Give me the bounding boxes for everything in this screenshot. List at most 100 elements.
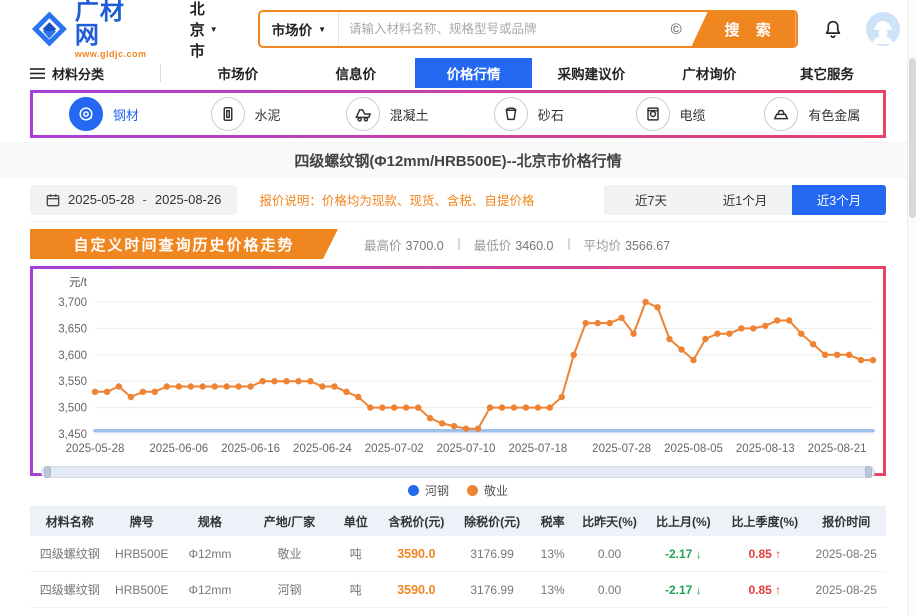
- category-cement[interactable]: 水泥: [175, 97, 317, 131]
- svg-text:2025-08-21: 2025-08-21: [808, 443, 867, 455]
- price-ex-tax: 3176.99: [454, 547, 530, 561]
- category-label: 水泥: [255, 105, 281, 124]
- chart-datazoom-scrollbar[interactable]: [41, 466, 875, 478]
- concrete-icon: [346, 97, 380, 131]
- material-catalog-button[interactable]: 材料分类: [30, 58, 160, 88]
- nav-item-inquiry[interactable]: 广材询价: [650, 58, 768, 88]
- material-category-row: 钢材 水泥 混凝土 砂石: [30, 90, 886, 138]
- banner-row: 自定义时间查询历史价格走势 最高价3700.0 最低价3460.0 平均价356…: [30, 222, 886, 266]
- date-end: 2025-08-26: [155, 192, 222, 207]
- user-avatar[interactable]: [866, 12, 900, 46]
- tax-price: 3590.0: [378, 547, 454, 561]
- category-concrete[interactable]: 混凝土: [316, 97, 458, 131]
- notification-bell-icon[interactable]: [822, 18, 844, 40]
- nav-item-other-services[interactable]: 其它服务: [768, 58, 886, 88]
- spec: Φ12mm: [174, 547, 246, 561]
- chevron-down-icon: ▼: [210, 25, 218, 34]
- nav-items: 市场价 信息价 价格行情 采购建议价 广材询价 其它服务: [179, 58, 886, 88]
- vs-last-quarter: 0.85 ↑: [723, 547, 806, 561]
- legend-label: 敬业: [484, 482, 508, 499]
- history-trend-banner: 自定义时间查询历史价格走势: [30, 229, 338, 259]
- page-scrollbar[interactable]: [907, 0, 916, 616]
- price-line-chart: 3,4503,5003,5503,6003,6503,7002025-05-28…: [39, 290, 881, 460]
- search-category-label: 市场价: [272, 19, 313, 39]
- svg-text:3,700: 3,700: [58, 297, 87, 309]
- price-stats: 最高价3700.0 最低价3460.0 平均价3566.67: [364, 235, 670, 254]
- svg-text:3,500: 3,500: [58, 403, 87, 415]
- legend-item-hegang[interactable]: 河钢: [408, 482, 449, 499]
- legend-label: 河钢: [425, 482, 449, 499]
- city-selector[interactable]: 北京市 ▼: [190, 0, 218, 61]
- spec: Φ12mm: [174, 583, 246, 597]
- unit: 吨: [333, 581, 378, 598]
- category-sand[interactable]: 砂石: [458, 97, 600, 131]
- divider: [568, 238, 570, 250]
- category-nonferrous[interactable]: 有色金属: [741, 97, 883, 131]
- site-logo[interactable]: 广材网 www.gldjc.com: [30, 0, 148, 59]
- y-axis-unit-label: 元/t: [69, 274, 877, 290]
- svg-text:3,550: 3,550: [58, 376, 87, 388]
- calendar-icon: [46, 193, 60, 207]
- steel-icon: [69, 97, 103, 131]
- vs-last-month: -2.17 ↓: [644, 547, 724, 561]
- vs-yesterday: 0.00: [575, 583, 643, 597]
- col-header: 产地/厂家: [246, 513, 333, 530]
- quote-date: 2025-08-25: [806, 547, 886, 561]
- page-scrollbar-thumb[interactable]: [909, 58, 916, 218]
- producer: 敬业: [246, 545, 333, 562]
- price-trend-page: 广材网 www.gldjc.com 北京市 ▼ 市场价 ▼ © 搜 索: [0, 0, 916, 616]
- material-name: 四级螺纹钢: [30, 581, 110, 598]
- date-range-picker[interactable]: 2025-05-28 - 2025-08-26: [30, 185, 237, 215]
- producer: 河钢: [246, 581, 333, 598]
- category-label: 电缆: [680, 105, 706, 124]
- svg-text:2025-08-05: 2025-08-05: [664, 443, 723, 455]
- range-1month-button[interactable]: 近1个月: [698, 185, 792, 215]
- datazoom-right-handle[interactable]: [865, 466, 872, 478]
- table-row: 四级螺纹钢 HRB500E Φ12mm 河钢 吨 3590.0 3176.99 …: [30, 572, 886, 608]
- table-header-row: 材料名称 牌号 规格 产地/厂家 单位 含税价(元) 除税价(元) 税率 比昨天…: [30, 506, 886, 536]
- range-7days-button[interactable]: 近7天: [604, 185, 698, 215]
- copyright-icon[interactable]: ©: [669, 21, 692, 38]
- filter-row: 2025-05-28 - 2025-08-26 报价说明：价格均为现款、现货、含…: [30, 178, 886, 222]
- col-header: 比昨天(%): [575, 513, 643, 530]
- date-separator: -: [143, 192, 147, 207]
- col-header: 牌号: [110, 513, 174, 530]
- search-input[interactable]: [339, 12, 669, 46]
- category-cable[interactable]: 电缆: [600, 97, 742, 131]
- search-button[interactable]: 搜 索: [692, 12, 796, 46]
- brand: HRB500E: [110, 583, 174, 597]
- search-category-dropdown[interactable]: 市场价 ▼: [260, 12, 339, 46]
- nav-item-market-price[interactable]: 市场价: [179, 58, 297, 88]
- nav-item-info-price[interactable]: 信息价: [297, 58, 415, 88]
- category-label: 钢材: [113, 105, 139, 124]
- svg-text:2025-06-06: 2025-06-06: [149, 443, 208, 455]
- col-header: 规格: [174, 513, 246, 530]
- svg-text:3,650: 3,650: [58, 323, 87, 335]
- min-price-label: 最低价: [474, 239, 512, 253]
- svg-text:2025-06-24: 2025-06-24: [293, 443, 352, 455]
- vs-last-quarter: 0.85 ↑: [723, 583, 806, 597]
- datazoom-left-handle[interactable]: [44, 466, 51, 478]
- col-header: 含税价(元): [378, 513, 454, 530]
- tax-price: 3590.0: [378, 583, 454, 597]
- list-icon: [30, 67, 45, 80]
- search-bar: 市场价 ▼ © 搜 索: [258, 10, 798, 48]
- range-3months-button[interactable]: 近3个月: [792, 185, 886, 215]
- col-header: 除税价(元): [454, 513, 530, 530]
- nav-item-purchase-advice[interactable]: 采购建议价: [532, 58, 650, 88]
- material-name: 四级螺纹钢: [30, 545, 110, 562]
- price-chart-panel: 元/t 3,4503,5003,5503,6003,6503,7002025-0…: [30, 266, 886, 476]
- svg-text:2025-07-02: 2025-07-02: [365, 443, 424, 455]
- sand-icon: [494, 97, 528, 131]
- price-table: 材料名称 牌号 规格 产地/厂家 单位 含税价(元) 除税价(元) 税率 比昨天…: [30, 506, 886, 608]
- range-button-group: 近7天 近1个月 近3个月: [604, 185, 886, 215]
- page-title: 四级螺纹钢(Φ12mm/HRB500E)--北京市价格行情: [0, 142, 916, 178]
- category-steel[interactable]: 钢材: [33, 97, 175, 131]
- col-header: 比上季度(%): [723, 513, 806, 530]
- svg-text:2025-07-28: 2025-07-28: [592, 443, 651, 455]
- nav-item-price-trend[interactable]: 价格行情: [415, 58, 533, 88]
- col-header: 比上月(%): [644, 513, 724, 530]
- logo-diamond-icon: [30, 9, 69, 49]
- svg-text:2025-07-18: 2025-07-18: [508, 443, 567, 455]
- legend-item-jingye[interactable]: 敬业: [467, 482, 508, 499]
